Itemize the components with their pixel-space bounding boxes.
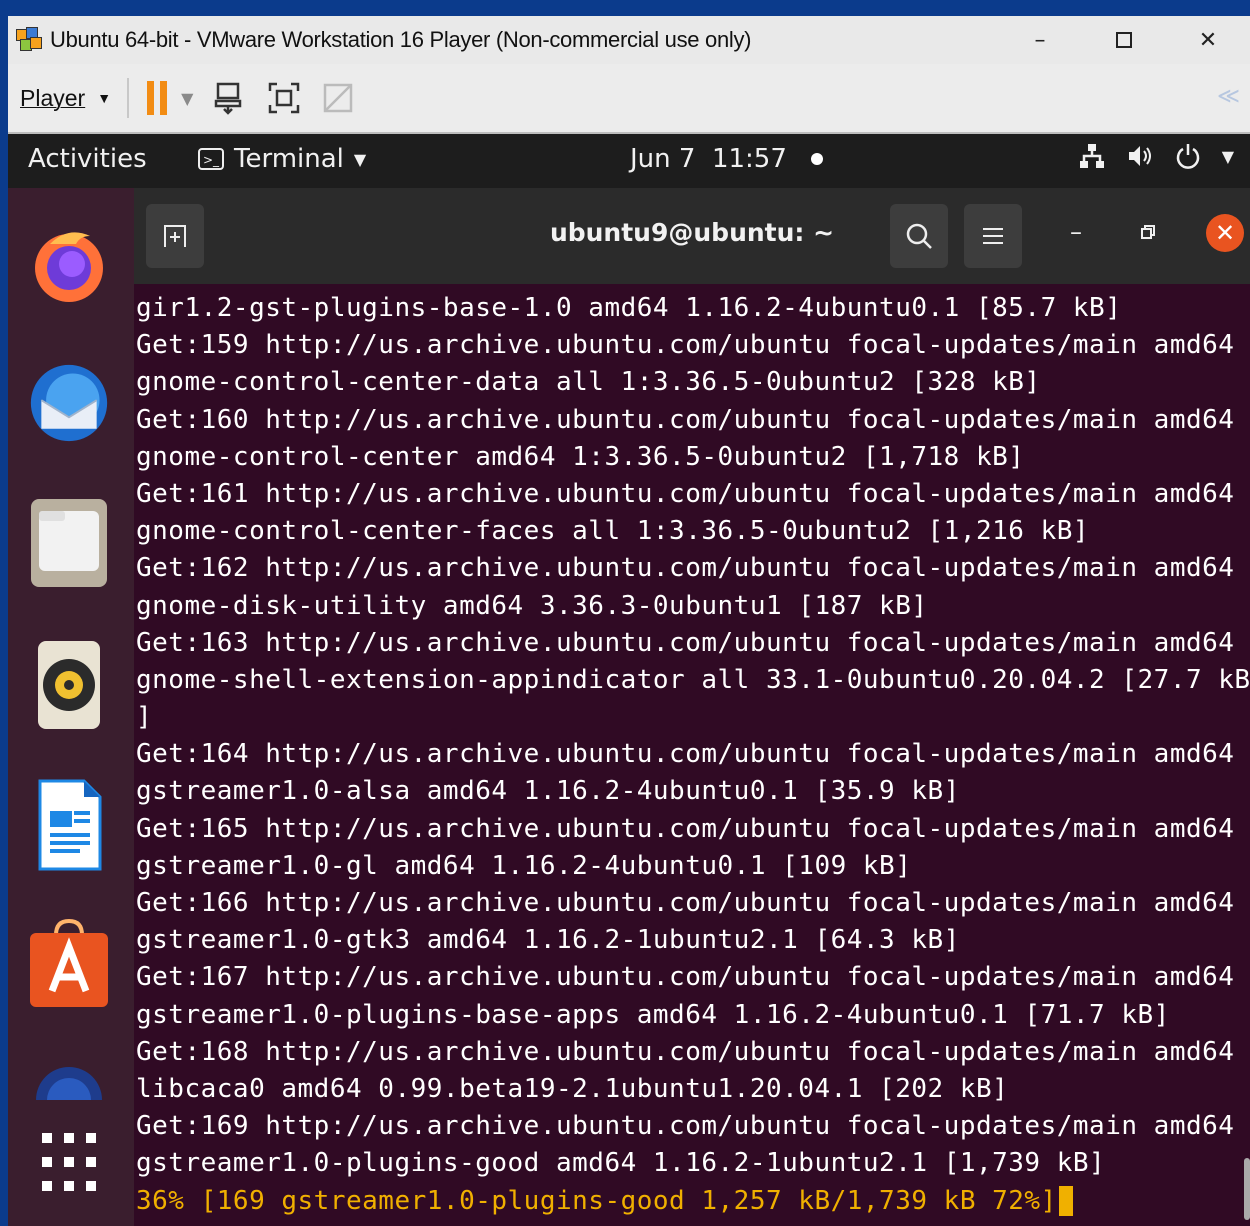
- thunderbird-icon[interactable]: [28, 358, 110, 448]
- terminal-line: gstreamer1.0-gtk3 amd64 1.16.2-1ubuntu2.…: [136, 925, 960, 956]
- terminal-line: Get:169 http://us.archive.ubuntu.com/ubu…: [136, 1111, 1235, 1142]
- minimize-button[interactable]: –: [998, 16, 1082, 64]
- close-icon: ✕: [1214, 219, 1236, 247]
- terminal-line: gnome-disk-utility amd64 3.36.3-0ubuntu1…: [136, 590, 928, 621]
- progress-line: 36% [169 gstreamer1.0-plugins-good 1,257…: [136, 1183, 1242, 1220]
- terminal-line: Get:160 http://us.archive.ubuntu.com/ubu…: [136, 404, 1235, 435]
- gnome-top-bar: Activities >_ Terminal ▼ Jun 7 11:57 ▼: [8, 134, 1250, 188]
- terminal-headerbar: ubuntu9@ubuntu: ~ – ✕: [134, 188, 1250, 284]
- terminal-line: Get:166 http://us.archive.ubuntu.com/ubu…: [136, 888, 1235, 918]
- libreoffice-writer-icon[interactable]: [28, 779, 110, 871]
- terminal-line: Get:168 http://us.archive.ubuntu.com/ubu…: [136, 1036, 1235, 1067]
- software-center-icon[interactable]: [28, 918, 110, 1008]
- terminal-line: gnome-control-center amd64 1:3.36.5-0ubu…: [136, 441, 1025, 472]
- terminal-line: gstreamer1.0-plugins-base-apps amd64 1.1…: [136, 999, 1170, 1030]
- ubuntu-dock: [8, 188, 134, 1226]
- vmware-logo-icon: [14, 25, 44, 55]
- search-icon: [906, 223, 932, 249]
- vmware-toolbar: Player ▼ ▼ ≪: [8, 64, 1250, 134]
- activities-button[interactable]: Activities: [28, 144, 147, 174]
- terminal-line: Get:161 http://us.archive.ubuntu.com/ubu…: [136, 478, 1235, 509]
- terminal-restore-button[interactable]: [1140, 218, 1156, 246]
- vmware-titlebar: Ubuntu 64-bit - VMware Workstation 16 Pl…: [8, 16, 1250, 64]
- terminal-close-button[interactable]: ✕: [1206, 214, 1244, 252]
- terminal-line: Get:164 http://us.archive.ubuntu.com/ubu…: [136, 739, 1235, 770]
- power-icon: [1176, 144, 1199, 169]
- unity-mode-icon: [324, 83, 353, 113]
- restore-icon: [1141, 225, 1155, 239]
- network-icon: [1079, 144, 1104, 168]
- terminal-app-icon: >_: [198, 148, 224, 170]
- terminal-line: gstreamer1.0-gl amd64 1.16.2-4ubuntu0.1 …: [136, 850, 912, 881]
- send-ctrl-alt-del-icon[interactable]: [213, 81, 247, 115]
- clock-button[interactable]: Jun 7 11:57: [630, 144, 823, 174]
- terminal-line: gnome-control-center-faces all 1:3.36.5-…: [136, 516, 1090, 547]
- terminal-line: Get:165 http://us.archive.ubuntu.com/ubu…: [136, 813, 1235, 844]
- chevron-down-icon: ▼: [97, 90, 112, 106]
- terminal-line: gir1.2-gst-plugins-base-1.0 amd64 1.16.2…: [136, 293, 1122, 323]
- terminal-output[interactable]: gir1.2-gst-plugins-base-1.0 amd64 1.16.2…: [136, 290, 1250, 1220]
- pause-dropdown-icon[interactable]: ▼: [181, 89, 193, 108]
- progress-text: 36% [169 gstreamer1.0-plugins-good 1,257…: [136, 1185, 1057, 1216]
- close-button[interactable]: ✕: [1166, 16, 1250, 64]
- terminal-line: ]: [136, 702, 153, 733]
- terminal-line: gnome-shell-extension-appindicator all 3…: [136, 664, 1250, 695]
- collapse-toolbar-icon[interactable]: ≪: [1217, 84, 1240, 109]
- toolbar-divider: [127, 78, 130, 118]
- terminal-line: libcaca0 amd64 0.99.beta19-2.1ubuntu1.20…: [136, 1073, 1009, 1104]
- hamburger-menu-icon: [983, 228, 1003, 244]
- terminal-title: ubuntu9@ubuntu: ~: [549, 218, 835, 247]
- rhythmbox-icon[interactable]: [28, 640, 110, 730]
- vmware-title: Ubuntu 64-bit - VMware Workstation 16 Pl…: [50, 27, 752, 52]
- pause-button[interactable]: [147, 81, 168, 115]
- maximize-icon: [1116, 32, 1132, 48]
- firefox-icon[interactable]: [28, 218, 110, 308]
- fullscreen-icon[interactable]: [267, 81, 301, 115]
- menu-button[interactable]: [964, 204, 1022, 268]
- chevron-down-icon: ▼: [1221, 146, 1234, 166]
- chevron-down-icon: ▼: [353, 149, 367, 169]
- datetime: Jun 7 11:57: [630, 144, 787, 174]
- terminal-line: Get:167 http://us.archive.ubuntu.com/ubu…: [136, 962, 1235, 993]
- player-menu[interactable]: Player ▼: [20, 85, 111, 112]
- terminal-line: gstreamer1.0-alsa amd64 1.16.2-4ubuntu0.…: [136, 776, 960, 807]
- show-apps-icon[interactable]: [28, 1118, 110, 1208]
- search-button[interactable]: [890, 204, 948, 268]
- terminal-minimize-button[interactable]: –: [1070, 218, 1082, 246]
- vmware-window: Ubuntu 64-bit - VMware Workstation 16 Pl…: [8, 16, 1250, 1226]
- terminal-line: Get:162 http://us.archive.ubuntu.com/ubu…: [136, 553, 1235, 584]
- terminal-line: Get:163 http://us.archive.ubuntu.com/ubu…: [136, 627, 1235, 658]
- app-menu[interactable]: >_ Terminal ▼: [198, 144, 366, 174]
- terminal-cursor: [1058, 1186, 1073, 1216]
- terminal-line: Get:159 http://us.archive.ubuntu.com/ubu…: [136, 330, 1235, 361]
- system-tray[interactable]: ▼: [1078, 142, 1234, 170]
- player-menu-label: Player: [20, 84, 86, 111]
- files-icon[interactable]: [28, 498, 110, 588]
- volume-icon: [1128, 146, 1151, 166]
- notification-dot-icon: [810, 153, 823, 165]
- help-icon[interactable]: [28, 1054, 110, 1100]
- terminal-window: ubuntu9@ubuntu: ~ – ✕ gir1.2-gst-plugins…: [134, 188, 1250, 1226]
- app-menu-label: Terminal: [234, 144, 344, 174]
- terminal-line: gstreamer1.0-plugins-good amd64 1.16.2-1…: [136, 1148, 1106, 1179]
- maximize-button[interactable]: [1082, 16, 1166, 64]
- terminal-line: gnome-control-center-data all 1:3.36.5-0…: [136, 367, 1041, 398]
- terminal-scrollbar[interactable]: [1244, 1158, 1250, 1220]
